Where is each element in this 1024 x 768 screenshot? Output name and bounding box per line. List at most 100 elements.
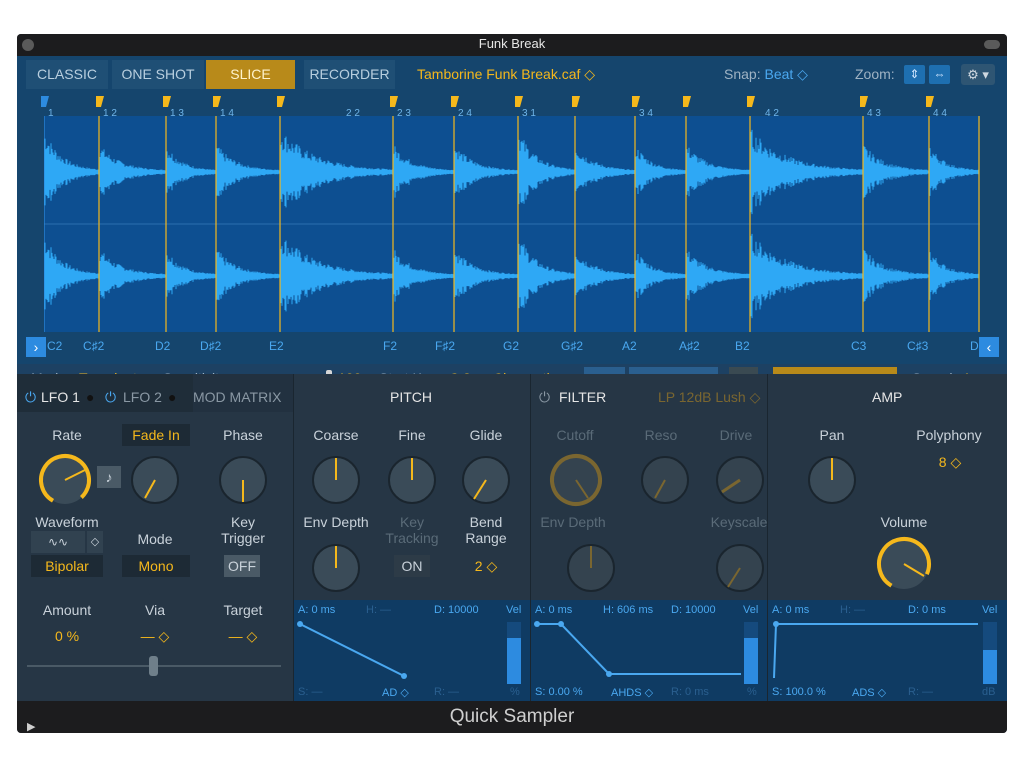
- close-icon[interactable]: [22, 39, 34, 51]
- pan-knob[interactable]: [806, 454, 858, 506]
- key-trigger-button[interactable]: OFF: [224, 555, 260, 577]
- snap-value[interactable]: Beat ◇: [764, 66, 807, 82]
- snap-menu[interactable]: Snap: Beat ◇: [724, 60, 808, 89]
- decay-value[interactable]: D: 10000: [434, 604, 479, 616]
- sustain-value[interactable]: S: 100.0 %: [772, 686, 826, 698]
- mode-one-shot-button[interactable]: ONE SHOT: [112, 60, 204, 89]
- zoom-vertical-icon[interactable]: ⇕: [904, 65, 925, 84]
- filter-type-menu[interactable]: LP 12dB Lush ◇: [658, 389, 760, 406]
- slice-note-label[interactable]: E2: [269, 339, 284, 353]
- decay-value[interactable]: D: 10000: [671, 604, 716, 616]
- via-menu[interactable]: — ◇: [127, 628, 183, 645]
- mode-slice-button[interactable]: SLICE: [206, 60, 295, 89]
- bipolar-button[interactable]: Bipolar: [31, 555, 103, 577]
- slice-note-label[interactable]: D♯2: [200, 339, 221, 353]
- cutoff-knob[interactable]: [548, 452, 604, 508]
- mode-recorder-button[interactable]: RECORDER: [304, 60, 395, 89]
- decay-value[interactable]: D: 0 ms: [908, 604, 946, 616]
- coarse-knob[interactable]: [310, 454, 362, 506]
- glide-knob[interactable]: [460, 454, 512, 506]
- slice-flag[interactable]: [747, 96, 755, 107]
- power-icon[interactable]: ⏻: [105, 389, 116, 406]
- slice-flag[interactable]: [632, 96, 640, 107]
- slice-flag[interactable]: [515, 96, 523, 107]
- sustain-value[interactable]: S: —: [298, 686, 322, 698]
- slice-note-label[interactable]: A♯2: [679, 339, 700, 353]
- slice-note-label[interactable]: A2: [622, 339, 637, 353]
- sustain-value[interactable]: S: 0.00 %: [535, 686, 583, 698]
- waveform-icon[interactable]: ∿∿: [31, 531, 85, 553]
- slice-flag[interactable]: [860, 96, 868, 107]
- filter-vel-slider[interactable]: [744, 622, 758, 684]
- window-control-icon[interactable]: [984, 40, 1000, 49]
- power-icon[interactable]: ⏻: [539, 389, 550, 406]
- slice-note-label[interactable]: B2: [735, 339, 750, 353]
- amount-slider-handle[interactable]: [149, 656, 158, 676]
- env-type-menu[interactable]: AD ◇: [382, 686, 409, 699]
- attack-value[interactable]: A: 0 ms: [535, 604, 572, 616]
- rate-knob[interactable]: [37, 452, 93, 508]
- waveform-display[interactable]: [44, 116, 980, 332]
- amp-envelope[interactable]: A: 0 ms H: — D: 0 ms Vel S: 100.0 % ADS …: [768, 600, 1007, 701]
- fade-in-knob[interactable]: [129, 454, 181, 506]
- gear-icon[interactable]: ⚙ ▾: [961, 64, 995, 85]
- slice-flag[interactable]: [96, 96, 104, 107]
- sample-file-menu[interactable]: Tamborine Funk Break.caf ◇: [417, 60, 595, 89]
- release-value[interactable]: R: —: [434, 686, 459, 698]
- attack-value[interactable]: A: 0 ms: [772, 604, 809, 616]
- env-type-menu[interactable]: AHDS ◇: [611, 686, 653, 699]
- reso-knob[interactable]: [639, 454, 691, 506]
- slice-note-label[interactable]: C3: [851, 339, 866, 353]
- slice-flag[interactable]: [390, 96, 398, 107]
- lfo2-tab[interactable]: LFO 2: [123, 389, 162, 405]
- amount-value[interactable]: 0 %: [31, 628, 103, 644]
- pitch-envelope[interactable]: A: 0 ms H: — D: 10000 Vel S: — AD ◇ R: —…: [294, 600, 530, 701]
- waveform-menu[interactable]: ◇: [87, 531, 103, 553]
- scroll-right-button[interactable]: ‹: [979, 337, 999, 357]
- release-value[interactable]: R: —: [908, 686, 933, 698]
- slice-note-label[interactable]: C♯2: [83, 339, 104, 353]
- hold-value[interactable]: H: 606 ms: [603, 604, 653, 616]
- slice-flag[interactable]: [683, 96, 691, 107]
- key-tracking-button[interactable]: ON: [394, 555, 430, 577]
- music-note-icon[interactable]: ♪: [97, 466, 121, 488]
- hold-value[interactable]: H: —: [840, 604, 865, 616]
- mod-matrix-tab[interactable]: MOD MATRIX: [193, 389, 281, 405]
- mode-classic-button[interactable]: CLASSIC: [26, 60, 108, 89]
- keyscale-knob[interactable]: [714, 542, 766, 594]
- slice-note-label[interactable]: F♯2: [435, 339, 455, 353]
- slice-flag[interactable]: [451, 96, 459, 107]
- pitch-vel-slider[interactable]: [507, 622, 521, 684]
- env-type-menu[interactable]: ADS ◇: [852, 686, 886, 699]
- slice-note-label[interactable]: C♯3: [907, 339, 928, 353]
- slice-note-label[interactable]: D2: [155, 339, 170, 353]
- target-menu[interactable]: — ◇: [213, 628, 273, 645]
- slice-note-label[interactable]: G2: [503, 339, 519, 353]
- drive-knob[interactable]: [714, 454, 766, 506]
- slice-note-label[interactable]: F2: [383, 339, 397, 353]
- lfo1-tab[interactable]: LFO 1: [41, 389, 80, 405]
- slice-flag[interactable]: [213, 96, 221, 107]
- zoom-horizontal-icon[interactable]: ⇔: [929, 65, 950, 84]
- volume-knob[interactable]: [874, 534, 934, 594]
- slice-note-label[interactable]: C2: [47, 339, 62, 353]
- fine-knob[interactable]: [386, 454, 438, 506]
- hold-value[interactable]: H: —: [366, 604, 391, 616]
- slice-flag[interactable]: [277, 96, 285, 107]
- phase-knob[interactable]: [217, 454, 269, 506]
- slice-note-label[interactable]: G♯2: [561, 339, 583, 353]
- play-icon[interactable]: ▶: [27, 711, 35, 733]
- release-value[interactable]: R: 0 ms: [671, 686, 709, 698]
- slice-flag[interactable]: [572, 96, 580, 107]
- bend-range-menu[interactable]: 2 ◇: [466, 558, 506, 575]
- slice-flag[interactable]: [926, 96, 934, 107]
- power-icon[interactable]: ⏻: [25, 389, 36, 406]
- slice-note-label[interactable]: D: [970, 339, 979, 353]
- env-depth-knob[interactable]: [310, 542, 362, 594]
- slice-flag[interactable]: [41, 96, 49, 107]
- slice-flag[interactable]: [163, 96, 171, 107]
- amp-vel-slider[interactable]: [983, 622, 997, 684]
- filter-envelope[interactable]: A: 0 ms H: 606 ms D: 10000 Vel S: 0.00 %…: [531, 600, 767, 701]
- filter-env-depth-knob[interactable]: [565, 542, 617, 594]
- attack-value[interactable]: A: 0 ms: [298, 604, 335, 616]
